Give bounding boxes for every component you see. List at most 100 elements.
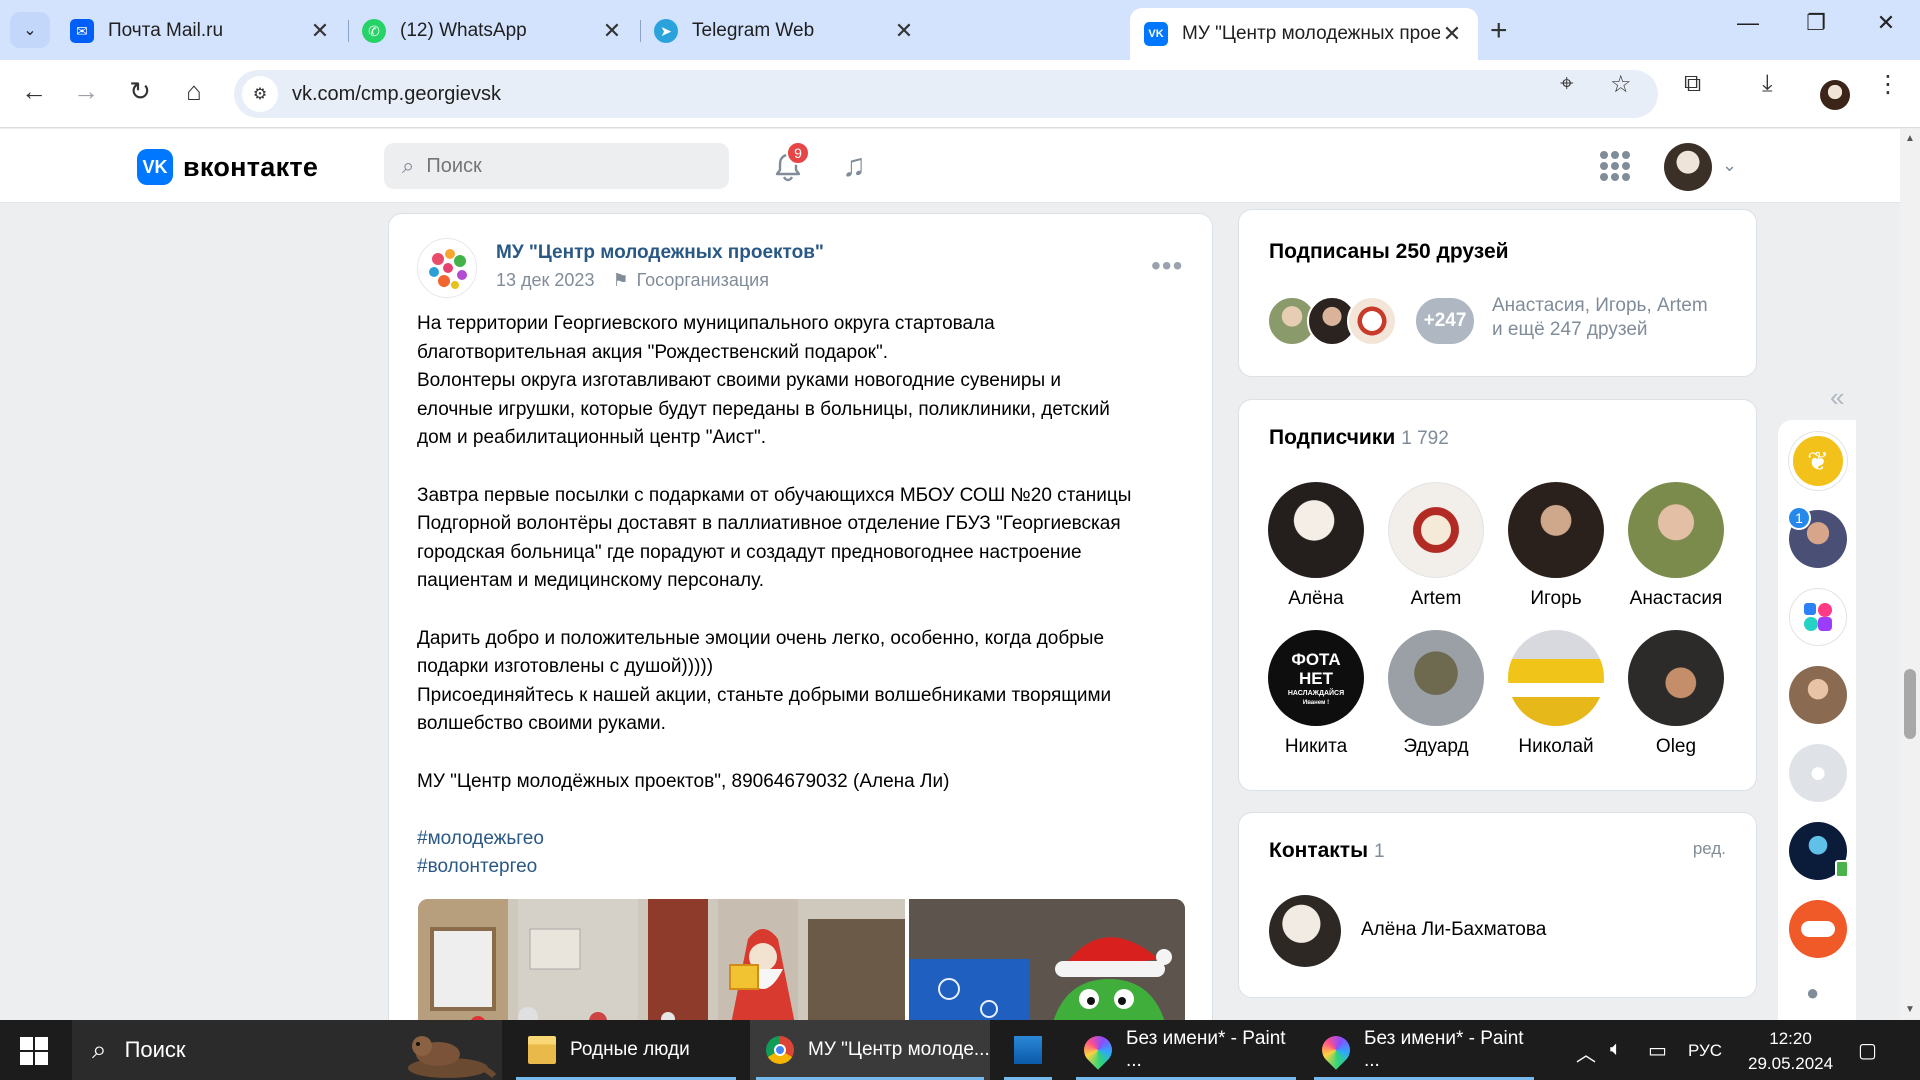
chevron-up-icon[interactable]: ︿	[1576, 1038, 1596, 1067]
subscriber-item[interactable]: Николай	[1501, 630, 1611, 758]
chat-avatar[interactable]	[1789, 666, 1847, 724]
user-avatar[interactable]	[1664, 143, 1712, 191]
taskbar-app-label: МУ "Центр молоде...	[808, 1039, 990, 1060]
subscriber-item[interactable]: ФОТА НЕТ НАСЛАЖДАЙСЯ Иванем ! Никита	[1261, 630, 1371, 758]
scroll-up-icon[interactable]: ▲	[1905, 133, 1915, 144]
tab-vk-active[interactable]: VK МУ "Центр молодежных прое ✕	[1130, 8, 1478, 60]
post-date[interactable]: 13 дек 2023	[496, 270, 594, 291]
subscriber-name: Анастасия	[1629, 588, 1723, 609]
reload-button[interactable]: ↻	[122, 76, 158, 107]
subscribers-card-title[interactable]: Подписчики 1 792	[1269, 426, 1449, 450]
contact-name[interactable]: Алёна Ли-Бахматова	[1361, 919, 1546, 941]
forward-button[interactable]: →	[68, 76, 104, 107]
scrollbar-thumb[interactable]	[1904, 669, 1916, 739]
friend-avatar[interactable]	[1347, 296, 1397, 346]
app-icon[interactable]	[1789, 900, 1847, 958]
taskbar-app-paint[interactable]: Без имени* - Paint ...	[1070, 1020, 1302, 1080]
close-window-button[interactable]: ✕	[1866, 10, 1906, 36]
edit-contacts-link[interactable]: ред.	[1693, 839, 1726, 859]
location-icon[interactable]: ⌖	[1560, 70, 1574, 98]
tab-telegram[interactable]: ➤ Telegram Web ✕	[640, 8, 930, 54]
taskbar-app-label: Без имени* - Paint ...	[1364, 1028, 1524, 1071]
subscriber-name: Oleg	[1655, 736, 1697, 757]
chat-avatar[interactable]: 1	[1787, 506, 1847, 568]
browser-tab-strip: ⌄ ✉ Почта Mail.ru ✕ ✆ (12) WhatsApp ✕ ➤ …	[0, 0, 1920, 60]
collapse-sidebar-button[interactable]: «	[1830, 382, 1844, 413]
user-placeholder-icon[interactable]: ●	[1789, 744, 1847, 802]
contacts-card-title[interactable]: Контакты 1	[1269, 839, 1385, 863]
leaf-app-icon[interactable]: ❦	[1789, 432, 1847, 490]
taskbar-app-paint[interactable]: Без имени* - Paint ...	[1308, 1020, 1540, 1080]
contacts-title-text: Контакты	[1269, 839, 1369, 862]
hashtag-link[interactable]: #волонтергео	[417, 853, 1187, 882]
friends-names[interactable]: Анастасия, Игорь, Artem и ещё 247 друзей	[1492, 294, 1708, 342]
chat-bubble-icon[interactable]: ●	[1806, 980, 1819, 1006]
subscriber-name: Николай	[1518, 736, 1594, 757]
chevron-down-icon[interactable]: ⌄	[1722, 155, 1737, 176]
download-icon[interactable]: ⤓	[1762, 70, 1773, 98]
hashtag-link[interactable]: #молодежьгео	[417, 825, 1187, 854]
community-avatar[interactable]	[417, 238, 477, 298]
avatar-caption: НЕТ	[1299, 668, 1333, 688]
vk-search-box[interactable]: ⌕	[384, 143, 729, 189]
notifications-button[interactable]: 9	[770, 141, 810, 185]
system-clock[interactable]: 12:20 29.05.2024	[1748, 1026, 1833, 1076]
windows-start-icon[interactable]	[20, 1037, 48, 1065]
post-photo[interactable]	[909, 899, 1185, 1032]
close-icon[interactable]: ✕	[892, 18, 916, 44]
subscriber-item[interactable]: Анастасия	[1621, 482, 1731, 610]
more-friends-badge[interactable]: +247	[1414, 296, 1476, 346]
close-icon[interactable]: ✕	[600, 18, 624, 44]
friends-card-title[interactable]: Подписаны 250 друзей	[1269, 240, 1509, 264]
menu-icon[interactable]: ⋮	[1876, 70, 1900, 99]
post-photo[interactable]	[418, 899, 905, 1032]
back-button[interactable]: ←	[16, 76, 52, 107]
taskbar-app-generic[interactable]	[998, 1020, 1058, 1080]
tab-mail[interactable]: ✉ Почта Mail.ru ✕	[56, 8, 346, 54]
tab-whatsapp[interactable]: ✆ (12) WhatsApp ✕	[348, 8, 638, 54]
language-indicator[interactable]: РУС	[1688, 1041, 1722, 1061]
site-settings-icon[interactable]: ⚙	[242, 76, 278, 112]
volume-icon[interactable]: 🔈︎	[1610, 1038, 1622, 1061]
subscriber-item[interactable]: Алёна	[1261, 482, 1371, 610]
subscriber-item[interactable]: Artem	[1381, 482, 1491, 610]
subscriber-avatar: ФОТА НЕТ НАСЛАЖДАЙСЯ Иванем !	[1268, 630, 1364, 726]
orange-app-icon	[1801, 921, 1835, 937]
subscribers-card: Подписчики 1 792 Алёна Artem Игорь Анаста…	[1238, 399, 1757, 791]
vk-search-input[interactable]	[426, 154, 707, 178]
bookmark-star-icon[interactable]: ☆	[1610, 70, 1632, 99]
minimize-button[interactable]: —	[1728, 10, 1768, 36]
clock-date: 29.05.2024	[1748, 1054, 1834, 1073]
url-text[interactable]: vk.com/cmp.georgievsk	[292, 83, 501, 106]
vk-logo[interactable]: VK вконтакте	[137, 149, 318, 185]
profile-avatar[interactable]	[1820, 80, 1850, 110]
extensions-icon[interactable]: ⧉	[1684, 70, 1701, 98]
taskbar-app-folder[interactable]: Родные люди	[510, 1020, 742, 1080]
more-options-icon[interactable]: •••	[1151, 250, 1183, 282]
subscriber-item[interactable]: Oleg	[1621, 630, 1731, 758]
close-icon[interactable]: ✕	[1440, 21, 1464, 47]
apps-grid-icon[interactable]	[1600, 151, 1630, 181]
contacts-card: Контакты 1 ред. Алёна Ли-Бахматова	[1238, 812, 1757, 998]
subscriber-item[interactable]: Эдуард	[1381, 630, 1491, 758]
taskbar-app-chrome[interactable]: МУ "Центр молоде...	[750, 1020, 990, 1080]
subscriber-name: Алёна	[1288, 588, 1344, 609]
chat-avatar[interactable]	[1789, 822, 1849, 880]
subscriber-avatar	[1508, 482, 1604, 578]
new-tab-button[interactable]: +	[1490, 14, 1508, 48]
subscriber-item[interactable]: Игорь	[1501, 482, 1611, 610]
page-scrollbar[interactable]: ▲ ▼	[1900, 129, 1920, 1019]
post-author[interactable]: МУ "Центр молодежных проектов"	[496, 242, 824, 264]
address-bar[interactable]: ⚙ vk.com/cmp.georgievsk	[234, 70, 1658, 118]
tab-search-button[interactable]: ⌄	[10, 12, 50, 48]
close-icon[interactable]: ✕	[308, 18, 332, 44]
network-icon[interactable]: ▭	[1648, 1038, 1667, 1063]
whatsapp-icon: ✆	[362, 19, 386, 43]
home-button[interactable]: ⌂	[176, 76, 212, 107]
contact-avatar[interactable]	[1269, 895, 1341, 967]
restore-button[interactable]: ❐	[1796, 10, 1836, 36]
app-icon[interactable]	[1789, 588, 1847, 646]
music-icon[interactable]: ♫	[842, 147, 866, 184]
notifications-center-icon[interactable]: ▢	[1858, 1038, 1877, 1063]
scroll-down-icon[interactable]: ▼	[1905, 1004, 1915, 1015]
